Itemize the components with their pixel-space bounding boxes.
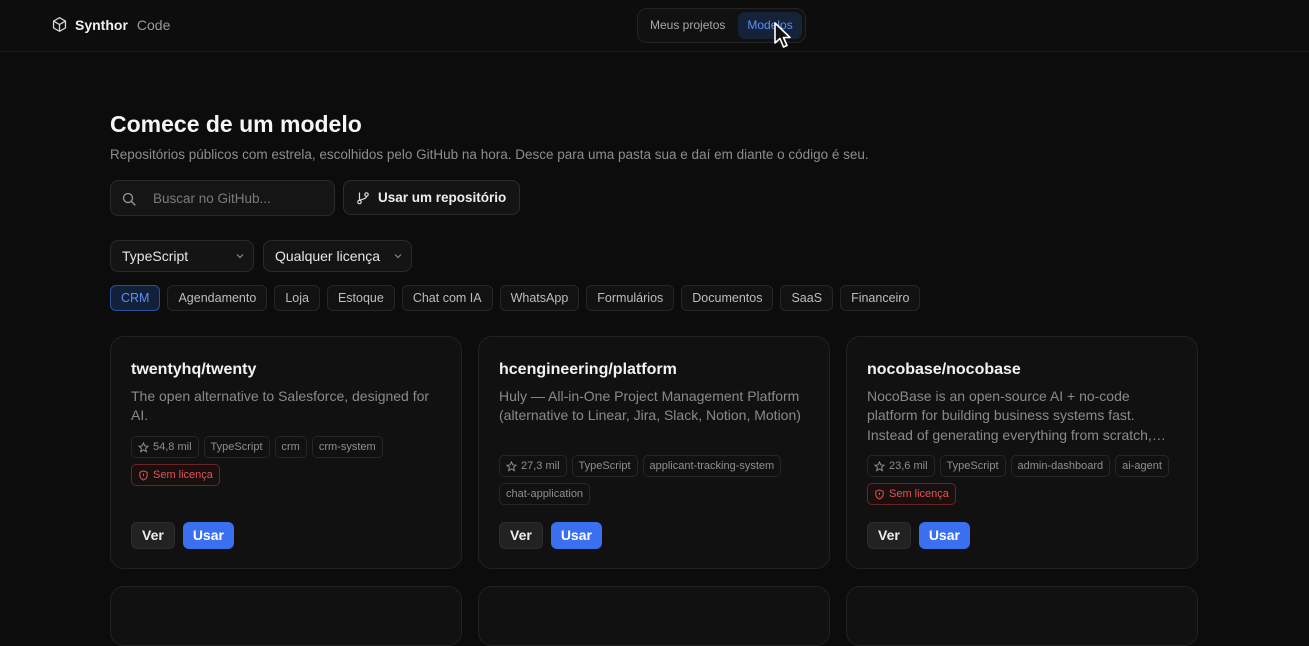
category-chips: CRM Agendamento Loja Estoque Chat com IA… (110, 285, 921, 311)
tag: admin-dashboard (1010, 455, 1111, 477)
tag: applicant-tracking-system (642, 455, 782, 477)
star-count-tag: 23,6 mil (867, 455, 935, 477)
star-count-tag: 54,8 mil (131, 436, 199, 458)
chip-loja[interactable]: Loja (274, 285, 320, 311)
card-repo-name[interactable]: hcengineering/platform (499, 361, 677, 379)
brand[interactable]: Synthor Code (51, 16, 170, 33)
tab-meus-projetos[interactable]: Meus projetos (641, 12, 734, 39)
page-title: Comece de um modelo (110, 111, 362, 137)
view-button[interactable]: Ver (867, 522, 911, 549)
tag: chat-application (499, 483, 591, 505)
tag: crm (274, 436, 307, 458)
language-select[interactable]: TypeScript (110, 240, 254, 272)
no-license-label: Sem licença (889, 488, 949, 500)
card-tags: 23,6 mil TypeScript admin-dashboard ai-a… (867, 455, 1185, 505)
chip-financeiro[interactable]: Financeiro (840, 285, 921, 311)
shield-alert-icon (875, 488, 884, 500)
star-icon (138, 441, 149, 453)
tag: TypeScript (939, 455, 1006, 477)
language-select-value: TypeScript (122, 248, 189, 264)
chip-saas[interactable]: SaaS (780, 285, 834, 311)
card-actions: Ver Usar (131, 522, 234, 549)
shield-alert-icon (139, 469, 148, 481)
no-license-badge: Sem licença (867, 483, 956, 505)
card-description: Huly — All-in-One Project Management Pla… (499, 388, 801, 424)
chip-estoque[interactable]: Estoque (326, 285, 395, 311)
card-repo-name[interactable]: twentyhq/twenty (131, 361, 256, 379)
chip-agendamento[interactable]: Agendamento (167, 285, 268, 311)
star-count: 23,6 mil (889, 460, 928, 472)
tag: crm-system (311, 436, 383, 458)
card-tags: 27,3 mil TypeScript applicant-tracking-s… (499, 455, 817, 505)
brand-name: Synthor (75, 16, 128, 33)
template-card: nocobase/nocobase NocoBase is an open-so… (846, 336, 1198, 569)
star-count: 27,3 mil (521, 460, 560, 472)
brand-sub: Code (136, 16, 171, 33)
use-button[interactable]: Usar (182, 522, 234, 549)
chip-chat-com-ia[interactable]: Chat com IA (401, 285, 493, 311)
template-card: hcengineering/platform Huly — All-in-One… (478, 336, 830, 569)
template-card-partial (110, 586, 462, 646)
card-description: The open alternative to Salesforce, desi… (131, 388, 430, 424)
top-bar: Synthor Code Meus projetos Modelos (0, 0, 1309, 52)
card-actions: Ver Usar (499, 522, 602, 549)
view-button[interactable]: Ver (131, 522, 175, 549)
no-license-badge: Sem licença (131, 464, 220, 486)
chip-whatsapp[interactable]: WhatsApp (499, 285, 580, 311)
no-license-label: Sem licença (153, 469, 213, 481)
star-icon (506, 460, 517, 472)
tag: ai-agent (1115, 455, 1169, 477)
tag: TypeScript (571, 455, 638, 477)
card-actions: Ver Usar (867, 522, 970, 549)
git-branch-icon (357, 191, 369, 204)
use-button[interactable]: Usar (550, 522, 602, 549)
view-button[interactable]: Ver (499, 522, 543, 549)
license-select-value: Qualquer licença (275, 248, 381, 264)
mouse-pointer-icon (774, 22, 791, 48)
search-box (110, 180, 335, 216)
card-tags: 54,8 mil TypeScript crm crm-system Sem l… (131, 436, 449, 486)
chip-documentos[interactable]: Documentos (681, 285, 774, 311)
license-select[interactable]: Qualquer licença (263, 240, 412, 272)
template-card: twentyhq/twenty The open alternative to … (110, 336, 462, 569)
star-count-tag: 27,3 mil (499, 455, 567, 477)
search-icon (122, 192, 136, 206)
card-description: NocoBase is an open-source AI + no-code … (867, 388, 1166, 443)
chevron-down-icon (236, 254, 244, 259)
use-repository-label: Usar um repositório (378, 190, 507, 205)
use-repository-button[interactable]: Usar um repositório (343, 180, 520, 215)
tag: TypeScript (203, 436, 270, 458)
chevron-down-icon (394, 254, 402, 259)
card-repo-name[interactable]: nocobase/nocobase (867, 361, 1021, 379)
chip-formularios[interactable]: Formulários (586, 285, 675, 311)
template-card-partial (846, 586, 1198, 646)
page-subtitle: Repositórios públicos com estrela, escol… (110, 147, 869, 162)
chip-crm[interactable]: CRM (110, 285, 161, 311)
use-button[interactable]: Usar (918, 522, 970, 549)
cube-logo-icon (52, 16, 67, 33)
template-card-partial (478, 586, 830, 646)
search-input[interactable] (153, 181, 328, 215)
star-count: 54,8 mil (153, 441, 192, 453)
star-icon (874, 460, 885, 472)
